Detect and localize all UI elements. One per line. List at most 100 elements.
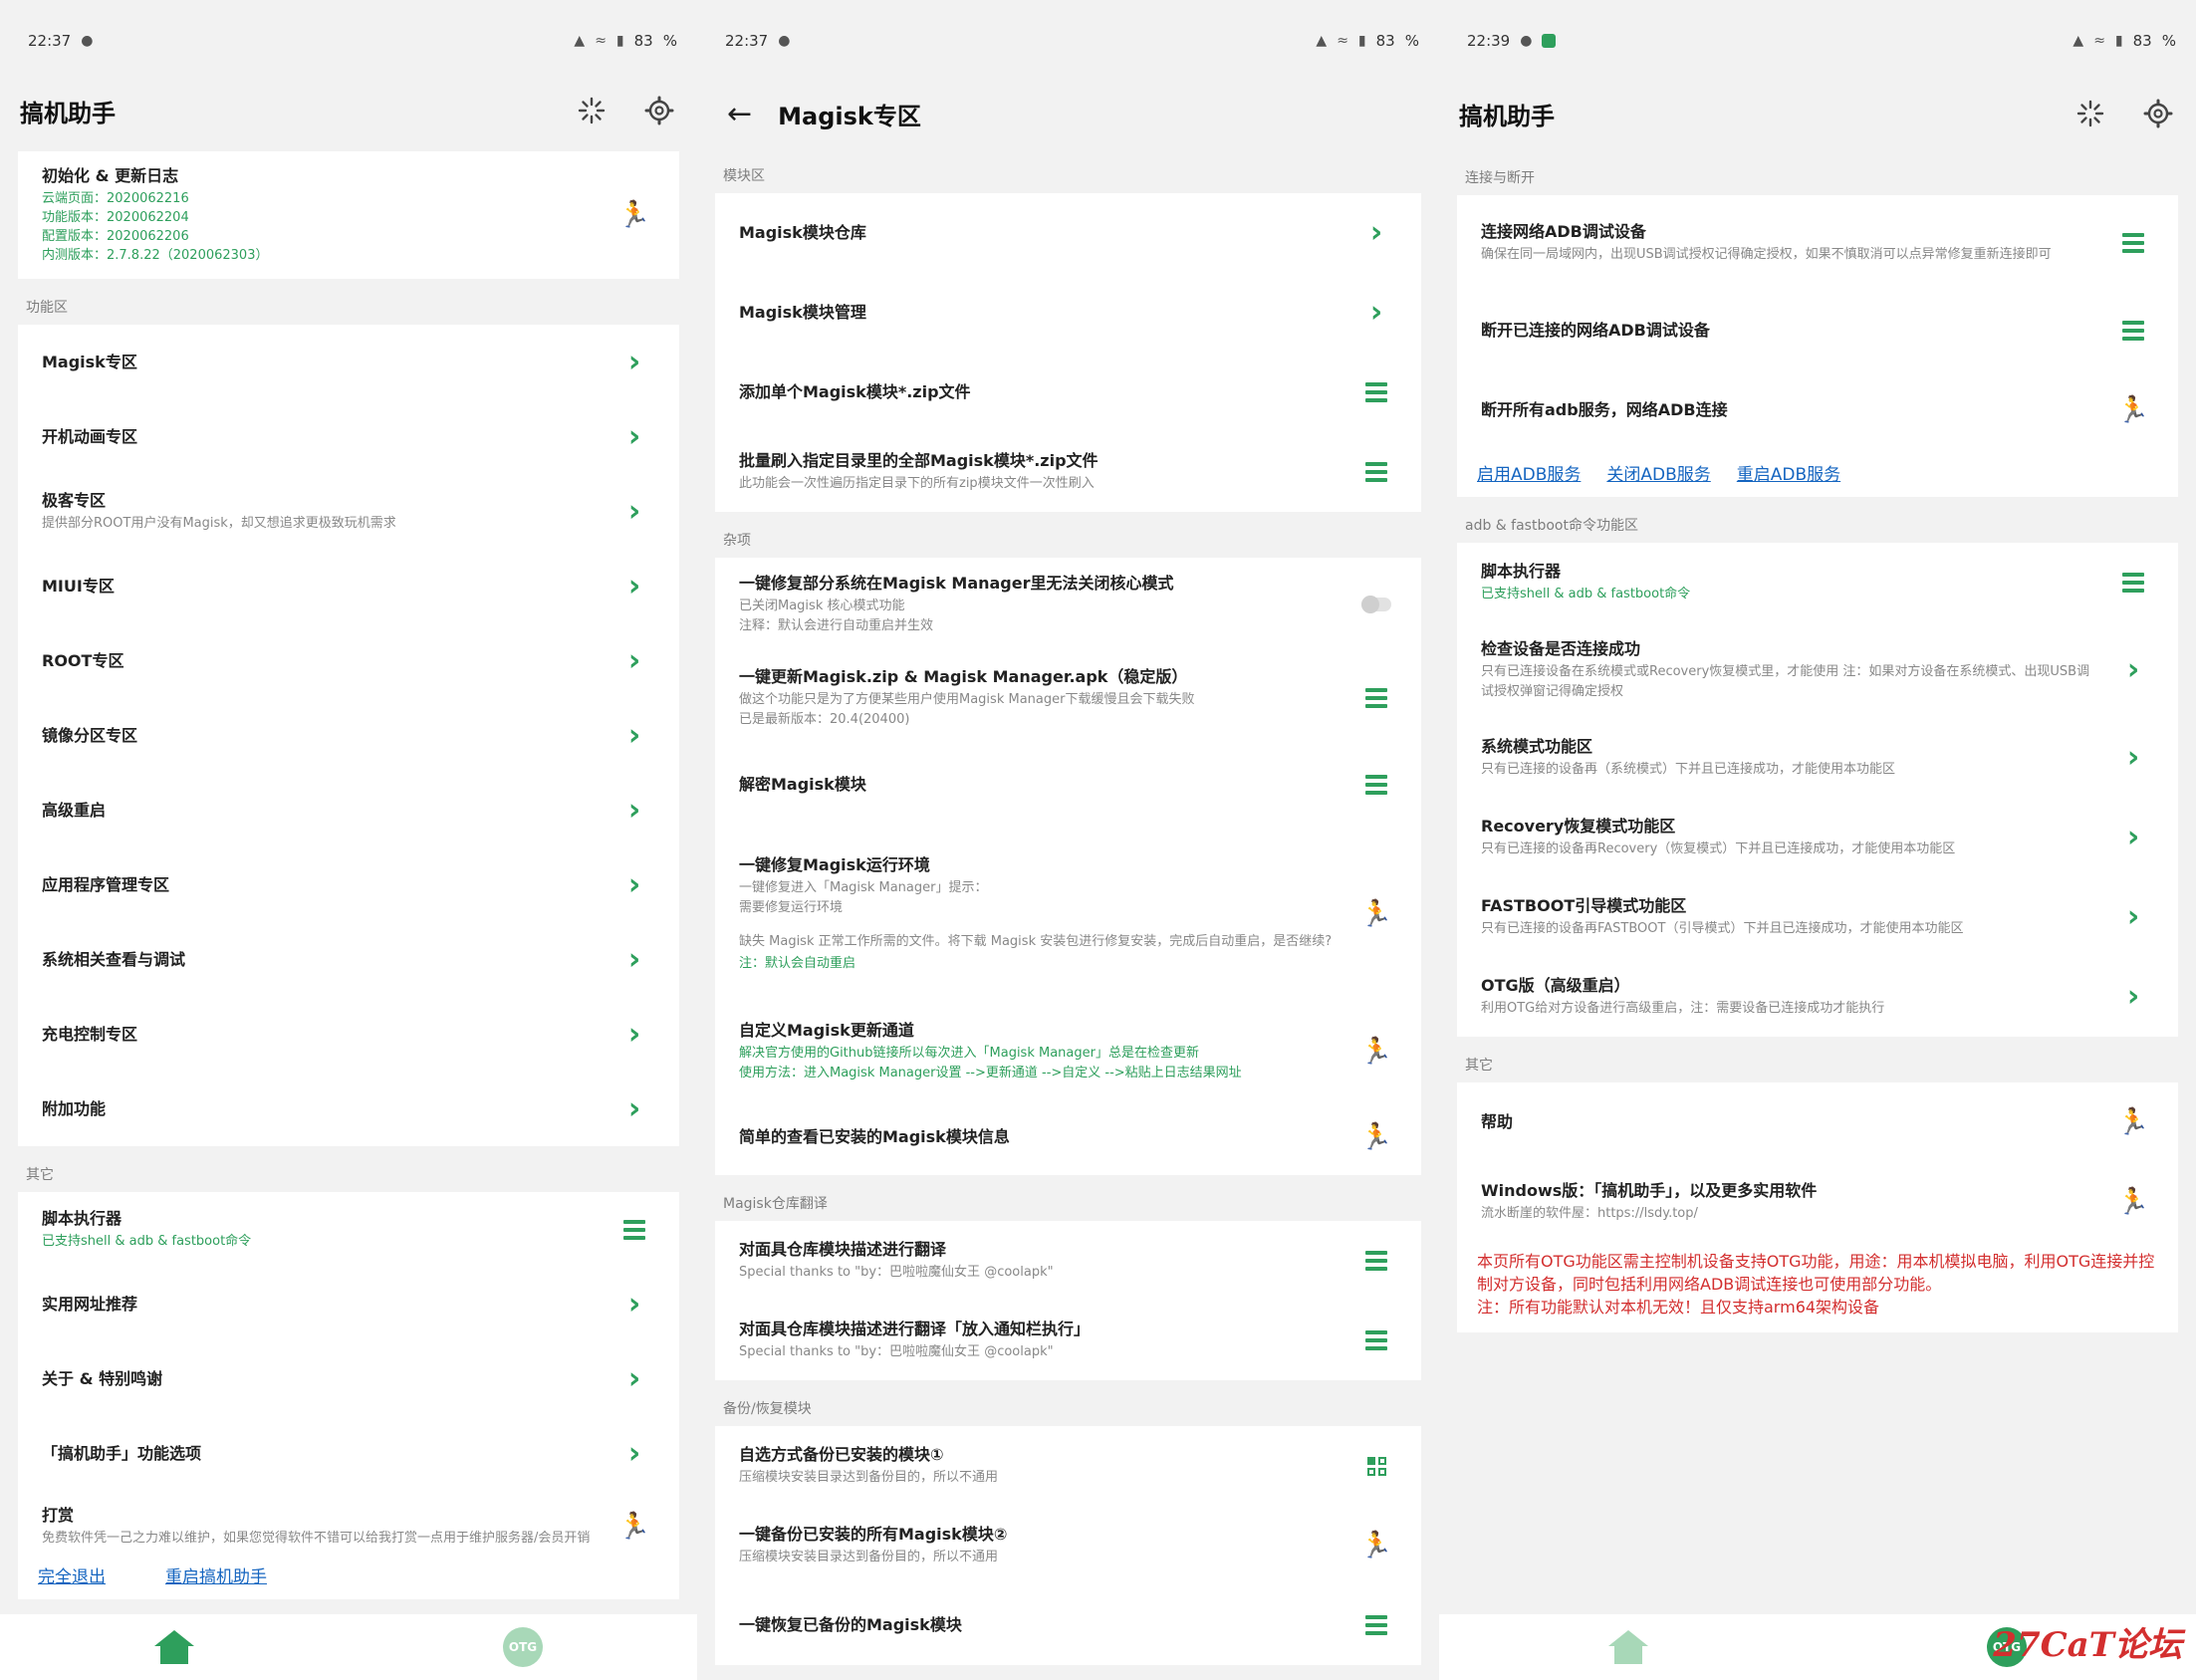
list-item-add-zip[interactable]: 添加单个Magisk模块*.zip文件 — [715, 353, 1421, 432]
item-subtitle: 缺失 Magisk 正常工作所需的文件。将下载 Magisk 安装包进行修复安装… — [739, 934, 1333, 949]
list-item-translate-notify[interactable]: 对面具仓库模块描述进行翻译「放入通知栏执行」 Special thanks to … — [715, 1301, 1421, 1380]
item-title: 高级重启 — [42, 800, 107, 820]
list-item-magisk[interactable]: Magisk专区 › — [18, 325, 679, 399]
otg-icon[interactable]: OTG — [503, 1627, 543, 1667]
list-item-restore[interactable]: 一键恢复已备份的Magisk模块 — [715, 1585, 1421, 1665]
list-item-image-partition[interactable]: 镜像分区专区 › — [18, 698, 679, 773]
list-item-translate[interactable]: 对面具仓库模块描述进行翻译 Special thanks to "by：巴啦啦魔仙… — [715, 1221, 1421, 1301]
loading-icon[interactable] — [574, 93, 610, 128]
panel-main-menu: 22:37 ● ▲ ≈ ▮ 83% 搞机助手 初始化 & 更新日志 云端页面：20200… — [0, 0, 697, 1680]
list-item-disconnect-adb[interactable]: 断开已连接的网络ADB调试设备 — [1457, 291, 2178, 370]
list-item-script-runner[interactable]: 脚本执行器 已支持shell & adb & fastboot命令 — [1457, 543, 2178, 622]
chevron-right-icon: › — [627, 1360, 641, 1396]
list-item-about[interactable]: 关于 & 特别鸣谢 › — [18, 1341, 679, 1416]
info-title: 初始化 & 更新日志 — [42, 166, 179, 185]
exit-link[interactable]: 完全退出 — [38, 1562, 106, 1587]
list-item-extra[interactable]: 附加功能 › — [18, 1072, 679, 1146]
list-item-module-info[interactable]: 简单的查看已安装的Magisk模块信息 🏃 — [715, 1099, 1421, 1175]
list-item-core-mode[interactable]: 一键修复部分系统在Magisk Manager里无法关闭核心模式 已关闭Magis… — [715, 558, 1421, 651]
section-label: 其它 — [1465, 1058, 1493, 1074]
item-title: 对面具仓库模块描述进行翻译「放入通知栏执行」 — [739, 1320, 1091, 1338]
chevron-right-icon: › — [2126, 740, 2140, 775]
chevron-right-icon: › — [1369, 215, 1383, 250]
item-title: ROOT专区 — [42, 650, 124, 670]
list-item-check-conn[interactable]: 检查设备是否连接成功 只有已连接设备在系统模式或Recovery恢复模式里，才能使… — [1457, 622, 2178, 718]
restart-link[interactable]: 重启搞机助手 — [165, 1562, 267, 1587]
list-item-recovery-mode[interactable]: Recovery恢复模式功能区 只有已连接的设备再Recovery（恢复模式）下并… — [1457, 798, 2178, 877]
conn-list: 连接网络ADB调试设备 确保在同一局域网内，出现USB调试授权记得确定授权，如果不… — [1457, 195, 2178, 497]
item-title: 断开所有adb服务，网络ADB连接 — [1481, 400, 1728, 419]
gear-icon[interactable] — [2140, 96, 2176, 131]
list-item-system-mode[interactable]: 系统模式功能区 只有已连接的设备再（系统模式）下并且已连接成功，才能使用本功能区 › — [1457, 718, 2178, 798]
home-icon[interactable] — [1608, 1630, 1648, 1664]
item-title: Windows版：「搞机助手」，以及更多实用软件 — [1481, 1181, 1818, 1200]
list-item-otg-reboot[interactable]: OTG版（高级重启） 利用OTG给对方设备进行高级重启，注：需要设备已连接成功才能… — [1457, 957, 2178, 1037]
list-item-module-repo[interactable]: Magisk模块仓库 › — [715, 193, 1421, 273]
list-item-fastboot-mode[interactable]: FASTBOOT引导模式功能区 只有已连接的设备再FASTBOOT（引导模式）下并… — [1457, 877, 2178, 957]
list-item-disconnect-all[interactable]: 断开所有adb服务，网络ADB连接 🏃 — [1457, 370, 2178, 450]
list-item-links[interactable]: 实用网址推荐 › — [18, 1267, 679, 1341]
item-title: OTG版（高级重启） — [1481, 976, 1630, 995]
item-title: MIUI专区 — [42, 576, 115, 596]
item-title: 检查设备是否连接成功 — [1481, 639, 1641, 658]
list-item-windows[interactable]: Windows版：「搞机助手」，以及更多实用软件 流水断崖的软件屋：https:/… — [1457, 1162, 2178, 1242]
list-item-help[interactable]: 帮助 🏃 — [1457, 1082, 2178, 1162]
watermark: 27CaT论坛 — [1993, 1625, 2182, 1665]
item-subtitle: 提供部分ROOT用户没有Magisk，却又想追求更极致玩机需求 — [42, 515, 396, 531]
chevron-right-icon: › — [627, 493, 641, 529]
item-title: 批量刷入指定目录里的全部Magisk模块*.zip文件 — [739, 451, 1098, 470]
item-title: 一键备份已安装的所有Magisk模块② — [739, 1525, 1008, 1544]
list-item-app-manage[interactable]: 应用程序管理专区 › — [18, 847, 679, 922]
list-item-update-magisk[interactable]: 一键更新Magisk.zip & Magisk Manager.apk（稳定版）… — [715, 651, 1421, 745]
enable-adb-link[interactable]: 启用ADB服务 — [1477, 460, 1581, 485]
list-item-system-debug[interactable]: 系统相关查看与调试 › — [18, 922, 679, 997]
misc-list: 一键修复部分系统在Magisk Manager里无法关闭核心模式 已关闭Magis… — [715, 558, 1421, 1175]
wifi-icon: ≈ — [1337, 33, 1348, 49]
info-line: 云端页面：2020062216 — [42, 191, 189, 206]
disable-adb-link[interactable]: 关闭ADB服务 — [1606, 460, 1710, 485]
alert-icon: ● — [1520, 33, 1533, 49]
info-card[interactable]: 初始化 & 更新日志 云端页面：2020062216 功能版本：20200622… — [18, 151, 679, 279]
alert-icon: ● — [81, 33, 94, 49]
list-item-root[interactable]: ROOT专区 › — [18, 623, 679, 698]
other-list: 帮助 🏃 Windows版：「搞机助手」，以及更多实用软件 流水断崖的软件屋：htt… — [1457, 1082, 2178, 1332]
restart-adb-link[interactable]: 重启ADB服务 — [1737, 460, 1840, 485]
list-item-donate[interactable]: 打赏 免费软件凭一己之力难以维护，如果您觉得软件不错可以给我打赏一点用于维护服务器… — [18, 1491, 679, 1559]
list-item-update-channel[interactable]: 自定义Magisk更新通道 解决官方使用的Github链接所以每次进入「Magis… — [715, 1004, 1421, 1099]
notification-icon — [1542, 34, 1557, 48]
list-item-script-runner[interactable]: 脚本执行器 已支持shell & adb & fastboot命令 — [18, 1192, 679, 1267]
item-title: 一键修复Magisk运行环境 — [739, 855, 930, 874]
list-item-options[interactable]: 「搞机助手」功能选项 › — [18, 1416, 679, 1491]
list-item-bootanim[interactable]: 开机动画专区 › — [18, 399, 679, 474]
chevron-right-icon: › — [627, 717, 641, 753]
list-item-batch-flash[interactable]: 批量刷入指定目录里的全部Magisk模块*.zip文件 此功能会一次性遍历指定目录… — [715, 432, 1421, 512]
back-arrow-icon[interactable]: ← — [717, 97, 752, 131]
item-subtitle: 压缩模块安装目录达到备份目的，所以不通用 — [739, 1470, 999, 1485]
list-item-adv-reboot[interactable]: 高级重启 › — [18, 773, 679, 847]
list-item-charge[interactable]: 充电控制专区 › — [18, 997, 679, 1072]
battery-icon: ▮ — [2114, 33, 2123, 49]
list-item-geek[interactable]: 极客专区 提供部分ROOT用户没有Magisk，却又想追求更极致玩机需求 › — [18, 474, 679, 549]
gear-icon[interactable] — [641, 93, 677, 128]
list-item-decrypt[interactable]: 解密Magisk模块 — [715, 745, 1421, 825]
item-subtitle: 已支持shell & adb & fastboot命令 — [1481, 587, 1691, 601]
menu-icon — [2122, 233, 2144, 253]
list-item-connect-adb[interactable]: 连接网络ADB调试设备 确保在同一局域网内，出现USB调试授权记得确定授权，如果不… — [1457, 195, 2178, 291]
chevron-right-icon: › — [627, 792, 641, 828]
item-title: 自定义Magisk更新通道 — [739, 1021, 914, 1040]
run-icon: 🏃 — [1359, 899, 1393, 929]
list-item-fix-env[interactable]: 一键修复Magisk运行环境 一键修复进入「Magisk Manager」提示： 需… — [715, 825, 1421, 1004]
item-title: 脚本执行器 — [42, 1208, 122, 1228]
loading-icon[interactable] — [2073, 96, 2108, 131]
menu-icon — [623, 1219, 645, 1240]
chevron-right-icon: › — [627, 1435, 641, 1471]
toggle-switch[interactable] — [1361, 596, 1391, 613]
page-title: 搞机助手 — [20, 99, 116, 127]
clock: 22:37 — [725, 32, 769, 50]
list-item-backup-all[interactable]: 一键备份已安装的所有Magisk模块② 压缩模块安装目录达到备份目的，所以不通用 🏃 — [715, 1506, 1421, 1585]
list-item-miui[interactable]: MIUI专区 › — [18, 549, 679, 623]
home-icon[interactable] — [154, 1630, 194, 1664]
list-item-backup-custom[interactable]: 自选方式备份已安装的模块① 压缩模块安装目录达到备份目的，所以不通用 — [715, 1426, 1421, 1506]
run-icon: 🏃 — [2116, 395, 2150, 425]
list-item-module-manage[interactable]: Magisk模块管理 › — [715, 273, 1421, 353]
